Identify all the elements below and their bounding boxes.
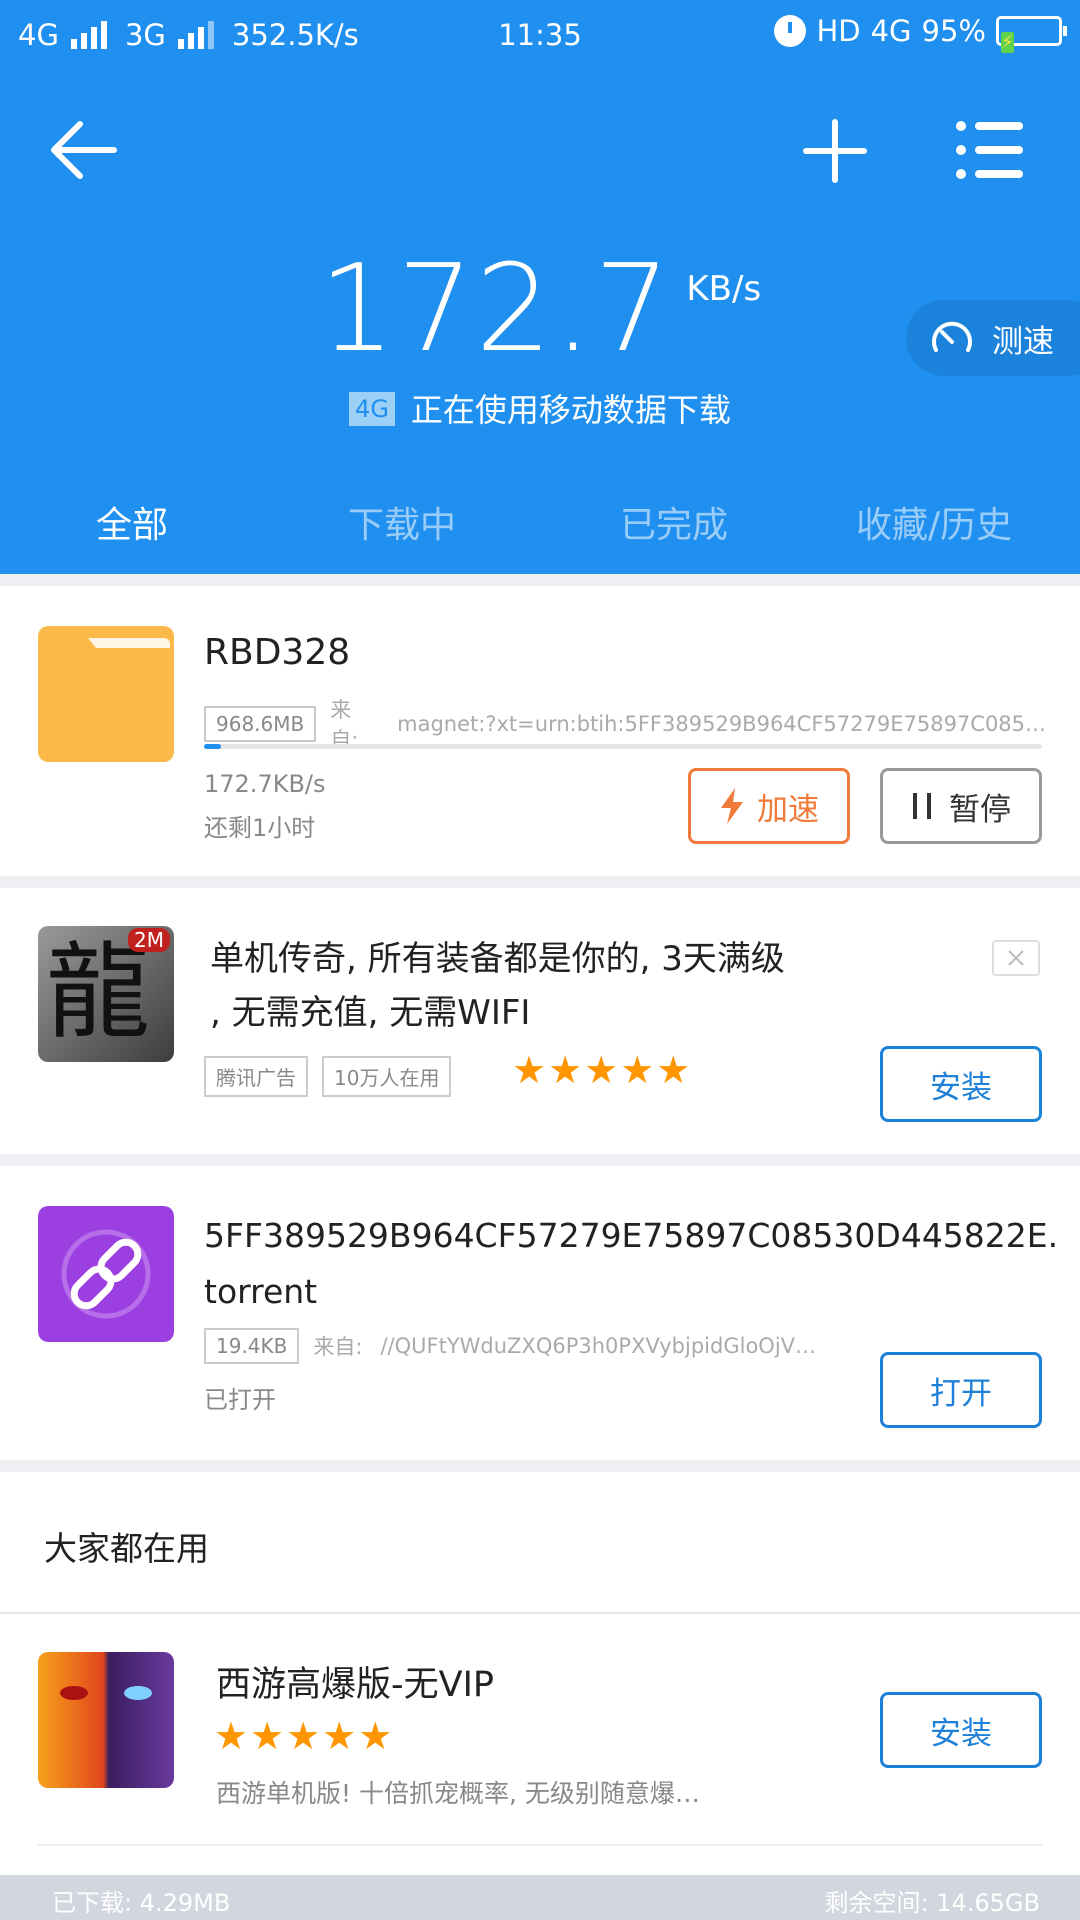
app-description: 西游单机版! 十倍抓宠概率, 无级别随意爆… xyxy=(216,1779,700,1808)
tab-favorites-history[interactable]: 收藏/历史 xyxy=(856,496,1012,548)
battery-percent: 95% xyxy=(921,14,986,48)
source-url: magnet:?xt=urn:btih:5FF389529B964CF57279… xyxy=(397,712,1044,736)
torrent-name-line2: torrent xyxy=(204,1272,318,1311)
status-bar: 4G 3G 352.5K/s 11:35 HD 4G 95% ⚡ xyxy=(0,0,1080,70)
download-name: RBD328 xyxy=(204,632,351,673)
accelerate-button[interactable]: 加速 xyxy=(688,768,850,844)
close-icon xyxy=(1008,950,1024,966)
game-icon: 龍 2M xyxy=(38,926,174,1062)
install-button[interactable]: 安装 xyxy=(880,1692,1042,1768)
source-label: 来自: xyxy=(313,1335,363,1359)
open-button[interactable]: 打开 xyxy=(880,1352,1042,1428)
header: 4G 3G 352.5K/s 11:35 HD 4G 95% ⚡ 172.7 KB… xyxy=(0,0,1080,574)
app-name: 西游高爆版-无VIP xyxy=(216,1665,495,1705)
speed-unit: KB/s xyxy=(686,269,762,309)
back-arrow-icon[interactable] xyxy=(48,120,118,180)
speedtest-label: 测速 xyxy=(992,323,1054,360)
file-size: 968.6MB xyxy=(204,706,317,742)
ad-tags: 腾讯广告 10万人在用 xyxy=(204,1056,465,1097)
time-remaining: 还剩1小时 xyxy=(204,814,316,842)
ad-title-line2: , 无需充值, 无需WIFI xyxy=(210,993,531,1033)
pause-icon xyxy=(913,793,931,819)
progress-bar xyxy=(204,744,1042,749)
ad-title-line1: 单机传奇, 所有装备都是你的, 3天满级 xyxy=(210,939,785,979)
tab-all[interactable]: 全部 xyxy=(96,496,168,548)
downloaded-size: 已下载: 4.29MB xyxy=(52,1889,231,1917)
torrent-name-line1: 5FF389529B964CF57279E75897C08530D445822E… xyxy=(204,1216,1059,1255)
ad-item[interactable]: 龍 2M 单机传奇, 所有装备都是你的, 3天满级 , 无需充值, 无需WIFI… xyxy=(0,888,1080,1154)
install-button[interactable]: 安装 xyxy=(880,1046,1042,1122)
speedtest-button[interactable]: 测速 xyxy=(906,300,1080,376)
ad-tag: 腾讯广告 xyxy=(204,1056,308,1097)
link-icon xyxy=(38,1206,174,1342)
folder-icon xyxy=(38,626,174,762)
divider xyxy=(38,1844,1042,1846)
network-badge: 4G xyxy=(349,392,395,426)
divider xyxy=(0,1612,1080,1614)
progress-fill xyxy=(204,744,221,749)
app-icon xyxy=(38,1652,174,1788)
hd-indicator: HD xyxy=(816,14,861,48)
tab-completed[interactable]: 已完成 xyxy=(620,496,728,548)
network-status: 4G 正在使用移动数据下载 xyxy=(0,385,1080,431)
pause-label: 暂停 xyxy=(949,791,1011,828)
current-speed: 172.7KB/s xyxy=(204,770,326,798)
file-size: 19.4KB xyxy=(204,1328,300,1364)
menu-list-icon[interactable] xyxy=(955,118,1025,182)
tab-bar: 全部 下载中 已完成 收藏/历史 xyxy=(0,496,1080,556)
speed-value: 172.7 xyxy=(318,240,673,379)
speedometer-icon xyxy=(932,321,972,352)
lightning-icon xyxy=(721,788,743,824)
ad-title: 单机传奇, 所有装备都是你的, 3天满级 , 无需充值, 无需WIFI xyxy=(210,932,970,1040)
rating-stars: ★★★★★ xyxy=(512,1048,693,1092)
torrent-meta: 19.4KB 来自: //QUFtYWduZXQ6P3h0PXVybjpidGl… xyxy=(204,1328,844,1364)
download-item[interactable]: RBD328 968.6MB 来自: magnet:?xt=urn:btih:5… xyxy=(0,586,1080,876)
storage-bar: 已下载: 4.29MB 剩余空间: 14.65GB xyxy=(0,1875,1080,1920)
network-type-3: 4G xyxy=(870,14,912,48)
section-title: 大家都在用 xyxy=(44,1529,209,1568)
battery-icon: ⚡ xyxy=(996,16,1067,53)
torrent-name: 5FF389529B964CF57279E75897C08530D445822E… xyxy=(204,1208,1059,1320)
pause-button[interactable]: 暂停 xyxy=(880,768,1042,844)
tab-downloading[interactable]: 下载中 xyxy=(348,496,456,548)
free-space: 剩余空间: 14.65GB xyxy=(824,1889,1040,1917)
close-ad-button[interactable] xyxy=(992,940,1040,976)
torrent-status: 已打开 xyxy=(204,1386,276,1414)
add-icon[interactable] xyxy=(800,116,870,186)
rating-stars: ★★★★★ xyxy=(214,1714,395,1758)
size-badge: 2M xyxy=(128,928,170,952)
network-status-text: 正在使用移动数据下载 xyxy=(410,391,731,429)
source-url: //QUFtYWduZXQ6P3h0PXVybjpidGloOjV… xyxy=(380,1334,817,1358)
torrent-item[interactable]: 5FF389529B964CF57279E75897C08530D445822E… xyxy=(0,1166,1080,1460)
users-tag: 10万人在用 xyxy=(322,1056,452,1097)
popular-section: 大家都在用 西游高爆版-无VIP ★★★★★ 西游单机版! 十倍抓宠概率, 无级… xyxy=(0,1472,1080,1875)
alarm-icon xyxy=(774,15,807,47)
accelerate-label: 加速 xyxy=(757,791,819,828)
